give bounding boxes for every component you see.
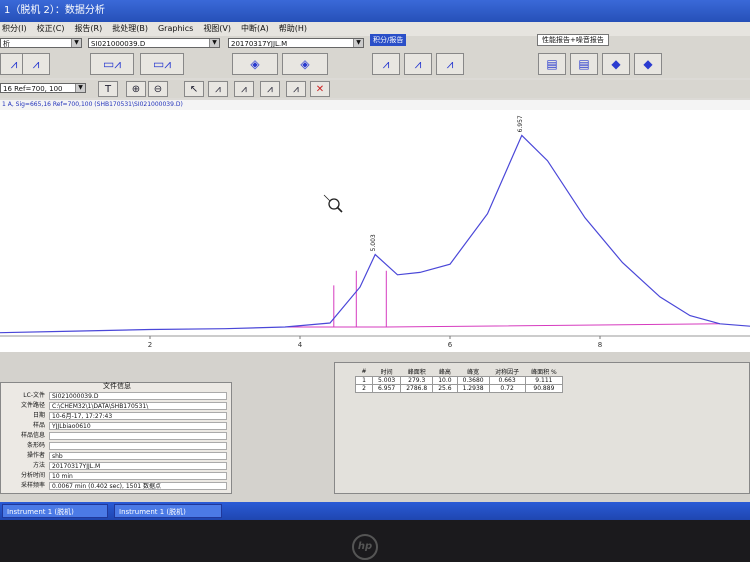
file-info-row: 操作者 shb: [5, 452, 227, 460]
col-header: #: [361, 368, 367, 375]
peak-label: 6.957: [517, 115, 524, 132]
taskbar: Instrument 1 (脱机) Instrument 1 (脱机): [0, 502, 750, 520]
x-ticks: 2 4 6 8: [148, 336, 602, 349]
peak-table: # 时间 峰面积 峰高 峰宽 对称因子 峰面积 % 1 5.003 279.3 …: [354, 367, 564, 393]
taskbar-item-label: Instrument 1 (脱机): [119, 508, 186, 516]
signal-trace: [0, 134, 750, 334]
menu-report[interactable]: 报告(R): [74, 22, 102, 36]
file-info-row: 文件路径 C:\CHEM32\1\DATA\SHB170531\: [5, 402, 227, 410]
file-info-row: 日期 10-6月-17, 17:27:43: [5, 412, 227, 420]
taskbar-item-instrument-1[interactable]: Instrument 1 (脱机): [2, 504, 108, 518]
chevron-down-icon[interactable]: ▼: [353, 39, 363, 47]
hp-logo-icon: hp: [352, 534, 378, 560]
load-method-button[interactable]: ◈: [232, 53, 278, 75]
file-info-row: 采样频率 0.0067 min (0.402 sec), 1501 数据点: [5, 482, 227, 490]
table-row[interactable]: 1 5.003 279.3 10.0 0.3680 0.663 9.111: [354, 376, 564, 385]
taskbar-item-instrument-2[interactable]: Instrument 1 (脱机): [114, 504, 222, 518]
preview-report-button[interactable]: ▤: [570, 53, 598, 75]
data-file-select[interactable]: SI021000039.D ▼: [88, 38, 220, 48]
taskbar-item-label: Instrument 1 (脱机): [7, 508, 74, 516]
overlay-chromatogram-icon[interactable]: ⩘: [22, 53, 50, 75]
file-info-header: 文件信息: [103, 382, 131, 390]
method-value: 20170317YJJL.M: [231, 40, 288, 48]
zoom-out-icon[interactable]: ⊖: [148, 81, 168, 97]
ref-select[interactable]: 16 Ref=700, 100 ▼: [0, 83, 86, 93]
peak-label: 5.003: [370, 234, 377, 251]
tangent-icon[interactable]: ⩘: [286, 81, 306, 97]
pointer-icon[interactable]: ↖: [184, 81, 204, 97]
menu-abort[interactable]: 中断(A): [241, 22, 269, 36]
file-info-row: 样品 YJJLbiao0610: [5, 422, 227, 430]
chevron-down-icon[interactable]: ▼: [209, 39, 219, 47]
results-pane: 文件信息 LC-文件 SI021000039.D 文件路径 C:\CHEM32\1\…: [0, 352, 750, 502]
table-row[interactable]: 2 6.957 2786.8 25.6 1.2938 0.72 90.889: [354, 384, 564, 393]
file-info-panel: 文件信息 LC-文件 SI021000039.D 文件路径 C:\CHEM32\1\…: [0, 382, 232, 494]
menu-integration[interactable]: 积分(I): [2, 22, 27, 36]
peak-table-panel: # 时间 峰面积 峰高 峰宽 对称因子 峰面积 % 1 5.003 279.3 …: [334, 362, 750, 494]
file-info-row: LC-文件 SI021000039.D: [5, 392, 227, 400]
file-info-row: 条形码: [5, 442, 227, 450]
window-title: 1（脱机 2）：数据分析: [0, 0, 750, 22]
menu-view[interactable]: 视图(V): [203, 22, 231, 36]
app-window: 1（脱机 2）：数据分析 积分(I) 校正(C) 报告(R) 批处理(B) Gr…: [0, 0, 750, 520]
x-tick-label: 6: [448, 341, 453, 349]
view-select[interactable]: 析 ▼: [0, 38, 82, 48]
file-info-row: 方法 20170317YJJL.M: [5, 462, 227, 470]
graphics-toolbar: 16 Ref=700, 100 ▼ T ⊕ ⊖ ↖ ⩘ ⩘ ⩘ ⩘ ✕: [0, 80, 750, 98]
load-overlay-button[interactable]: ▭⩘: [140, 53, 184, 75]
menu-help[interactable]: 帮助(H): [279, 22, 307, 36]
signal-label: 1 A, Sig=665,16 Ref=700,100 (SHB170531\S…: [0, 100, 750, 110]
save-method-button[interactable]: ◈: [282, 53, 328, 75]
report-settings-button[interactable]: ◆: [602, 53, 630, 75]
integration-events-button[interactable]: ⩘: [436, 53, 464, 75]
col-header: 峰面积: [407, 369, 426, 376]
col-header: 峰宽: [467, 369, 480, 376]
main-toolbar: ⩘ ⩘ ▭⩘ ▭⩘ ◈ ◈ ⩘ ⩘ ⩘ ▤ ▤ ◆ ◆: [0, 50, 750, 78]
integration-group-label: 积分/报告: [370, 34, 407, 46]
load-signal-button[interactable]: ▭⩘: [90, 53, 134, 75]
menu-batch[interactable]: 批处理(B): [112, 22, 148, 36]
print-report-button[interactable]: ▤: [538, 53, 566, 75]
col-header: 峰面积 %: [531, 369, 557, 376]
split-peak-icon[interactable]: ⩘: [260, 81, 280, 97]
zoom-in-icon[interactable]: ⊕: [126, 81, 146, 97]
menu-graphics[interactable]: Graphics: [158, 22, 193, 36]
menu-calibration[interactable]: 校正(C): [37, 22, 65, 36]
text-tool-icon[interactable]: T: [98, 81, 118, 97]
baseline-icon[interactable]: ⩘: [234, 81, 254, 97]
chromatogram-plot[interactable]: 2 4 6 8 5.003 6.957: [0, 110, 750, 352]
method-select[interactable]: 20170317YJJL.M ▼: [228, 38, 364, 48]
col-header: 峰高: [438, 369, 451, 376]
data-file-value: SI021000039.D: [91, 40, 146, 48]
col-header: 对称因子: [495, 369, 520, 376]
chromatogram-svg[interactable]: 2 4 6 8 5.003 6.957: [0, 110, 750, 352]
delete-peak-icon[interactable]: ✕: [310, 81, 330, 97]
file-info-row: 分析时间 10 min: [5, 472, 227, 480]
integrate-button[interactable]: ⩘: [372, 53, 400, 75]
col-header: 时间: [380, 369, 393, 376]
view-select-value: 析: [3, 40, 10, 48]
x-tick-label: 4: [298, 341, 303, 349]
chevron-down-icon[interactable]: ▼: [75, 84, 85, 92]
peak-table-header: # 时间 峰面积 峰高 峰宽 对称因子 峰面积 %: [356, 367, 563, 377]
peak-draw-icon[interactable]: ⩘: [208, 81, 228, 97]
file-info-row: 样品信息: [5, 432, 227, 440]
x-tick-label: 8: [598, 341, 602, 349]
ref-select-value: 16 Ref=700, 100: [3, 85, 63, 93]
noise-report-button[interactable]: ◆: [634, 53, 662, 75]
zoom-cursor-icon: [323, 194, 343, 213]
x-tick-label: 2: [148, 341, 152, 349]
auto-integrate-button[interactable]: ⩘: [404, 53, 432, 75]
chevron-down-icon[interactable]: ▼: [71, 39, 81, 47]
report-group-label: 性能报告+噪音报告: [537, 34, 609, 46]
